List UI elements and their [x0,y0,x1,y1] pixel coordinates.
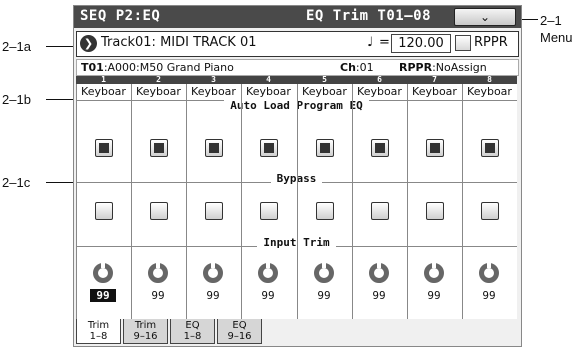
callout-line-2-1 [522,19,538,20]
lcd-screen: SEQ P2:EQ EQ Trim T01–08 ⌄ ❯ Track01: MI… [73,5,522,347]
channel-number: 7 [432,75,437,84]
auto-load-checkbox[interactable] [205,139,223,157]
page-title: SEQ P2:EQ [80,8,161,24]
channel-number: 4 [266,75,271,84]
tab-label: EQ [232,320,247,331]
input-trim-knob-icon[interactable] [148,262,168,283]
input-trim-value[interactable]: 99 [366,289,392,302]
tab-sublabel: 9–16 [227,331,252,342]
input-trim-knob-icon[interactable] [258,262,278,283]
tab-sublabel: 9–16 [133,331,158,342]
channel-source-select[interactable]: Keyboar [241,84,296,99]
auto-load-checkbox[interactable] [260,139,278,157]
program-info: T01:A000:M50 Grand Piano [81,61,234,74]
rppr-label: RPPR [474,35,508,50]
page-subtitle: EQ Trim T01–08 [306,8,432,24]
bypass-checkbox[interactable] [481,202,499,220]
callout-2-1: 2–1 [540,13,562,28]
auto-load-checkbox[interactable] [150,139,168,157]
channel-source-select[interactable]: Keyboar [407,84,462,99]
input-trim-value[interactable]: 99 [90,289,116,302]
bypass-checkbox[interactable] [426,202,444,220]
channel-source-select[interactable]: Keyboar [76,84,131,99]
quarter-note-icon: ♩ [367,35,374,50]
rppr-checkbox[interactable] [455,35,471,51]
input-trim-value[interactable]: 99 [145,289,171,302]
tab-3[interactable]: EQ 9–16 [217,319,262,344]
channel-number: 3 [211,75,216,84]
callout-line-2-1a [46,46,74,47]
auto-load-checkbox[interactable] [316,139,334,157]
channel-info: Ch:01 [340,61,374,74]
track-select[interactable]: Track01: MIDI TRACK 01 [101,35,257,50]
track-selector-row: ❯ Track01: MIDI TRACK 01 ♩ = 120.00 RPPR [76,31,519,57]
tab-bar: Trim 1–8 Trim 9–16 EQ 1–8 EQ 9–16 [74,319,521,346]
channel-number: 2 [156,75,161,84]
channel-source-select[interactable]: Keyboar [297,84,352,99]
tab-2[interactable]: EQ 1–8 [170,319,215,344]
chevron-down-icon: ⌄ [479,10,491,24]
tempo-equals: = [379,35,390,50]
bypass-checkbox[interactable] [205,202,223,220]
tempo-field[interactable]: 120.00 [391,34,451,53]
callout-2-1a: 2–1a [2,39,31,54]
auto-load-checkbox[interactable] [481,139,499,157]
bypass-checkbox[interactable] [95,202,113,220]
channel-source-select[interactable]: Keyboar [462,84,517,99]
channel-grid: Auto Load Program EQ Bypass Input Trim K… [76,84,517,319]
input-trim-knob-icon[interactable] [314,262,334,283]
callout-line-2-1c [46,182,74,183]
input-trim-value[interactable]: 99 [476,289,502,302]
input-trim-knob-icon[interactable] [93,262,113,283]
tab-sublabel: 1–8 [183,331,202,342]
page-menu-button[interactable]: ⌄ [454,8,516,26]
bypass-checkbox[interactable] [150,202,168,220]
tab-sublabel: 1–8 [89,331,108,342]
input-trim-value[interactable]: 99 [311,289,337,302]
input-trim-knob-icon[interactable] [369,262,389,283]
channel-number: 8 [487,75,492,84]
auto-load-checkbox[interactable] [95,139,113,157]
input-trim-knob-icon[interactable] [203,262,223,283]
callout-2-1c: 2–1c [2,175,31,190]
channel-source-select[interactable]: Keyboar [131,84,186,99]
input-trim-value[interactable]: 99 [421,289,447,302]
bypass-checkbox[interactable] [316,202,334,220]
title-bar: SEQ P2:EQ EQ Trim T01–08 ⌄ [74,6,521,28]
channel-number-bar: 1 2 3 4 5 6 7 8 [76,76,517,84]
input-trim-knob-icon[interactable] [479,262,499,283]
channel-source-select[interactable]: Keyboar [186,84,241,99]
bypass-checkbox[interactable] [371,202,389,220]
auto-load-checkbox[interactable] [371,139,389,157]
input-trim-value[interactable]: 99 [200,289,226,302]
tab-label: Trim [87,320,110,331]
channel-source-select[interactable]: Keyboar [352,84,407,99]
callout-2-1b: 2–1b [2,92,31,107]
channel-number: 5 [322,75,327,84]
tab-1[interactable]: Trim 9–16 [123,319,168,344]
channel-number: 1 [101,75,106,84]
auto-load-checkbox[interactable] [426,139,444,157]
rppr-info: RPPR:NoAssign [399,61,487,74]
tab-label: Trim [134,320,157,331]
channel-number: 6 [377,75,382,84]
callout-menu: Menu [540,30,573,45]
input-trim-value[interactable]: 99 [255,289,281,302]
tab-0[interactable]: Trim 1–8 [76,319,121,344]
track-info-row: T01:A000:M50 Grand Piano Ch:01 RPPR:NoAs… [76,59,519,76]
input-trim-knob-icon[interactable] [424,262,444,283]
tab-label: EQ [185,320,200,331]
track-popup-arrow-icon[interactable]: ❯ [80,35,97,52]
callout-line-2-1b [46,99,74,100]
bypass-checkbox[interactable] [260,202,278,220]
